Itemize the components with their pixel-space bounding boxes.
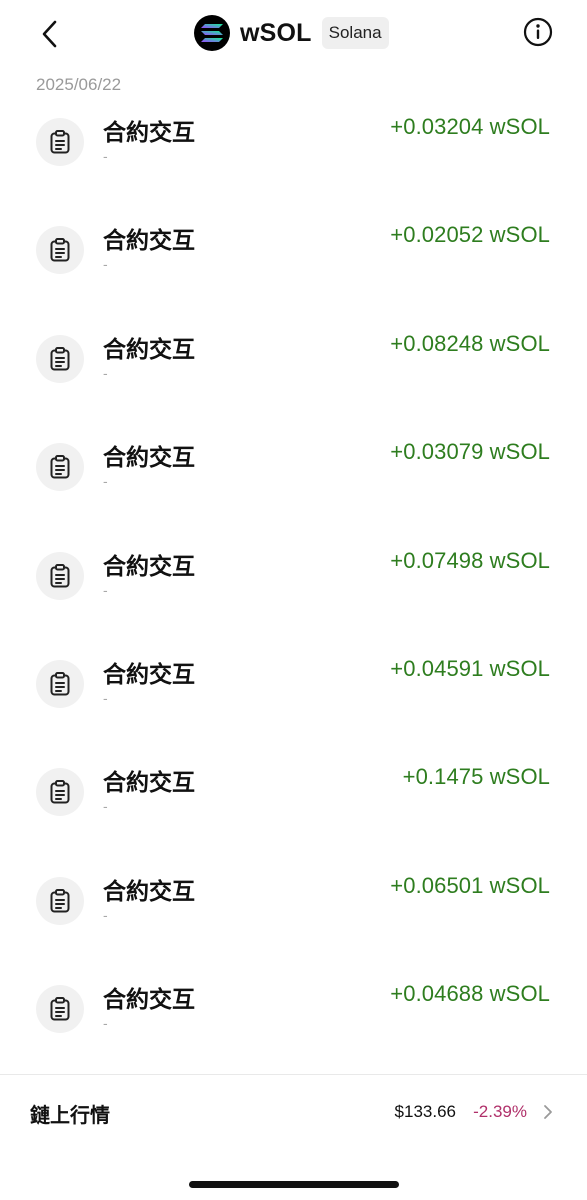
transaction-subtitle: - xyxy=(103,798,108,815)
transaction-amount: +0.03079 wSOL xyxy=(390,439,550,465)
transaction-title: 合約交互 xyxy=(103,877,195,904)
info-icon xyxy=(523,17,553,47)
transaction-title: 合約交互 xyxy=(103,335,195,362)
transaction-amount: +0.1475 wSOL xyxy=(402,764,550,790)
transaction-subtitle: - xyxy=(103,1015,108,1032)
home-indicator xyxy=(189,1181,399,1188)
clipboard-icon xyxy=(36,226,84,275)
transaction-subtitle: - xyxy=(103,581,108,598)
transaction-row[interactable]: 合約交互 - +0.04591 wSOL xyxy=(0,650,587,758)
transaction-title: 合約交互 xyxy=(103,769,195,796)
info-button[interactable] xyxy=(523,17,553,47)
transaction-title: 合約交互 xyxy=(103,552,195,579)
solana-logo xyxy=(194,15,230,51)
transaction-row[interactable]: 合約交互 - +0.02052 wSOL xyxy=(0,216,587,324)
transaction-row[interactable]: 合約交互 - +0.06501 wSOL xyxy=(0,867,587,975)
chevron-right-icon xyxy=(541,1103,555,1121)
clipboard-icon xyxy=(36,118,84,166)
transaction-row[interactable]: 合約交互 - +0.03204 wSOL xyxy=(0,108,587,216)
transaction-row[interactable]: 合約交互 - +0.04688 wSOL xyxy=(0,975,587,1083)
price-change: -2.39% xyxy=(473,1102,527,1121)
transaction-amount: +0.02052 wSOL xyxy=(390,222,550,248)
transaction-title: 合約交互 xyxy=(103,119,195,145)
transaction-row[interactable]: 合約交互 - +0.08248 wSOL xyxy=(0,325,587,433)
transaction-subtitle: - xyxy=(103,473,108,490)
transaction-amount: +0.08248 wSOL xyxy=(390,330,550,356)
transaction-amount: +0.04688 wSOL xyxy=(390,981,550,1007)
back-button[interactable] xyxy=(30,14,70,54)
clipboard-icon xyxy=(36,768,84,817)
transaction-subtitle: - xyxy=(103,364,108,381)
token-price: $133.66 xyxy=(394,1102,456,1121)
clipboard-icon xyxy=(36,659,84,708)
chain-badge: Solana xyxy=(321,17,389,49)
top-bar: wSOL Solana xyxy=(0,0,587,66)
clipboard-icon xyxy=(36,551,84,600)
transaction-row[interactable]: 合約交互 - +0.1475 wSOL xyxy=(0,758,587,866)
clipboard-icon xyxy=(36,334,84,383)
date-header: 2025/06/22 xyxy=(36,75,122,94)
transaction-list: 合約交互 - +0.03204 wSOL 合約交互 - +0.02052 wSOL 合約交互… xyxy=(0,108,587,1084)
transaction-amount: +0.04591 wSOL xyxy=(390,655,550,681)
transaction-subtitle: - xyxy=(103,256,108,273)
transaction-row[interactable]: 合約交互 - +0.03079 wSOL xyxy=(0,433,587,541)
transaction-subtitle: - xyxy=(103,148,108,164)
transaction-title: 合約交互 xyxy=(103,660,195,687)
transaction-title: 合約交互 xyxy=(103,227,195,254)
transaction-row[interactable]: 合約交互 - +0.07498 wSOL xyxy=(0,542,587,650)
token-title: wSOL Solana xyxy=(194,14,389,52)
clipboard-icon xyxy=(36,443,84,492)
onchain-market-bar[interactable]: 鏈上行情 $133.66 -2.39% xyxy=(0,1074,587,1150)
clipboard-icon xyxy=(36,985,84,1034)
transaction-subtitle: - xyxy=(103,689,108,706)
transaction-title: 合約交互 xyxy=(103,986,195,1013)
transaction-subtitle: - xyxy=(103,906,108,923)
chevron-left-icon xyxy=(42,20,57,48)
transaction-title: 合約交互 xyxy=(103,444,195,471)
clipboard-icon xyxy=(36,876,84,925)
transaction-amount: +0.03204 wSOL xyxy=(390,114,550,139)
wallet-token-page: wSOL Solana 2025/06/22 合約交互 - +0.03204 wSO… xyxy=(0,0,587,1200)
transaction-amount: +0.06501 wSOL xyxy=(390,872,550,898)
token-name: wSOL xyxy=(240,18,312,47)
market-label: 鏈上行情 xyxy=(30,1105,110,1127)
transaction-amount: +0.07498 wSOL xyxy=(390,547,550,573)
